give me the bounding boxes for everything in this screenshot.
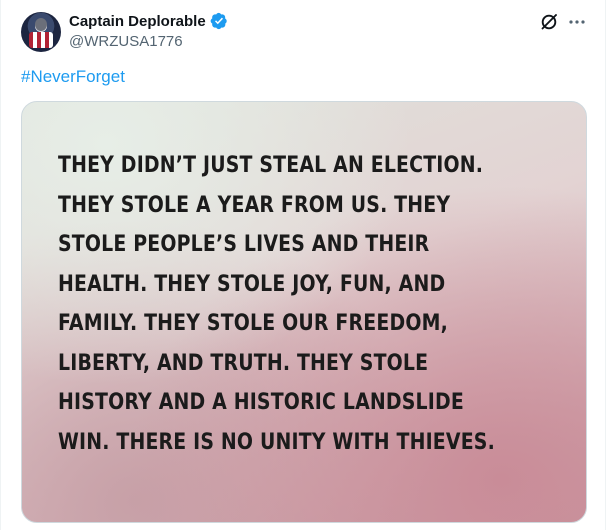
- image-text-line: THEY STOLE A YEAR FROM US. THEY: [58, 192, 451, 218]
- author-handle[interactable]: @WRZUSA1776: [69, 33, 183, 50]
- post-card[interactable]: Captain Deplorable @WRZUSA1776 #NeverFor…: [0, 0, 606, 530]
- image-text-line: THEY DIDN’T JUST STEAL AN ELECTION.: [58, 153, 484, 178]
- avatar[interactable]: [21, 12, 61, 52]
- verified-badge-icon[interactable]: [210, 12, 228, 30]
- author-display-name[interactable]: Captain Deplorable: [69, 13, 206, 30]
- image-text-line: STOLE PEOPLE’S LIVES AND THEIR: [58, 232, 430, 257]
- image-text-line: FAMILY. THEY STOLE OUR FREEDOM,: [58, 311, 448, 336]
- hashtag-link[interactable]: #NeverForget: [21, 67, 125, 87]
- image-quote-text: THEY DIDN’T JUST STEAL AN ELECTION. THEY…: [58, 146, 558, 462]
- avatar-figure: [35, 18, 47, 31]
- image-text-line: LIBERTY, AND TRUTH. THEY STOLE: [58, 350, 429, 376]
- grok-icon[interactable]: [539, 12, 559, 32]
- image-text-line: HEALTH. THEY STOLE JOY, FUN, AND: [58, 271, 446, 297]
- avatar-flag-stripes: [29, 32, 53, 48]
- image-text-line: WIN. THERE IS NO UNITY WITH THIEVES.: [58, 429, 495, 455]
- author-name-row: Captain Deplorable: [69, 12, 228, 30]
- more-icon[interactable]: [567, 12, 587, 32]
- image-text-line: HISTORY AND A HISTORIC LANDSLIDE: [58, 390, 464, 415]
- post-image[interactable]: THEY DIDN’T JUST STEAL AN ELECTION. THEY…: [21, 101, 587, 523]
